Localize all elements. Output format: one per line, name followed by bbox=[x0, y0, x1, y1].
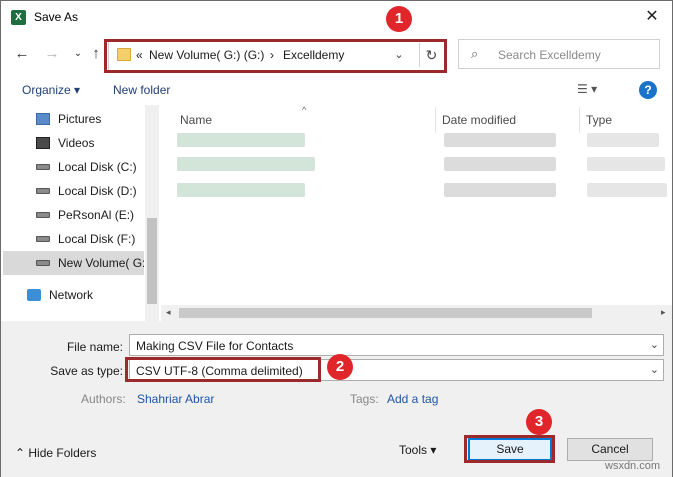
highlight-save-as-type bbox=[125, 357, 321, 382]
sidebar-item-personal-e[interactable]: PeRsonAl (E:) bbox=[3, 203, 144, 227]
blurred-file-type bbox=[587, 183, 667, 197]
view-options-button[interactable]: ☰ ▾ bbox=[577, 82, 597, 96]
blurred-file-date bbox=[444, 133, 556, 147]
sidebar-item-new-volume-g[interactable]: New Volume( G:) bbox=[3, 251, 144, 275]
column-header-date-modified[interactable]: Date modified bbox=[442, 113, 516, 127]
title-bar: X Save As ✕ bbox=[1, 1, 672, 35]
close-button[interactable]: ✕ bbox=[637, 4, 667, 30]
step-badge-3: 3 bbox=[526, 409, 552, 435]
sidebar-item-pictures[interactable]: Pictures bbox=[3, 107, 144, 131]
file-list: ^ Name Date modified Type ◂ ▸ bbox=[161, 105, 672, 321]
sidebar-item-label: Videos bbox=[58, 136, 95, 150]
step-badge-1: 1 bbox=[386, 6, 412, 32]
blurred-file-date bbox=[444, 157, 556, 171]
tags-label: Tags: bbox=[350, 392, 379, 406]
blurred-file-name bbox=[177, 183, 305, 197]
sidebar-item-local-disk-d[interactable]: Local Disk (D:) bbox=[3, 179, 144, 203]
file-name-label: File name: bbox=[66, 340, 123, 354]
help-icon[interactable]: ? bbox=[639, 81, 657, 99]
scroll-right-icon[interactable]: ▸ bbox=[661, 307, 666, 318]
sidebar-item-label: Local Disk (C:) bbox=[58, 160, 137, 174]
sidebar-item-videos[interactable]: Videos bbox=[3, 131, 144, 155]
highlight-address-bar bbox=[104, 39, 447, 73]
file-name-field[interactable]: Making CSV File for Contacts ⌄ bbox=[129, 334, 664, 356]
drive-icon bbox=[36, 212, 50, 218]
file-list-scrollbar[interactable]: ◂ ▸ bbox=[161, 305, 672, 321]
dialog-title: Save As bbox=[34, 10, 79, 24]
search-icon: ⌕ bbox=[471, 46, 479, 61]
sidebar-item-local-disk-f[interactable]: Local Disk (F:) bbox=[3, 227, 144, 251]
sidebar-item-label: Network bbox=[49, 288, 94, 302]
up-button[interactable]: ↑ bbox=[87, 45, 105, 63]
blurred-file-name bbox=[177, 157, 315, 171]
sort-indicator-icon: ^ bbox=[302, 105, 307, 115]
file-name-value: Making CSV File for Contacts bbox=[136, 339, 294, 353]
save-type-label: Save as type: bbox=[50, 364, 123, 378]
videos-icon bbox=[36, 137, 50, 149]
recent-locations-button[interactable]: ⌄ bbox=[69, 45, 87, 63]
scroll-left-icon[interactable]: ◂ bbox=[166, 307, 171, 318]
sidebar-item-label: PeRsonAl (E:) bbox=[58, 208, 135, 222]
pictures-icon bbox=[36, 113, 50, 125]
blurred-file-type bbox=[587, 133, 659, 147]
chevron-down-icon[interactable]: ⌄ bbox=[650, 338, 659, 351]
sidebar-item-label: Local Disk (D:) bbox=[58, 184, 137, 198]
drive-icon bbox=[36, 236, 50, 242]
drive-icon bbox=[36, 188, 50, 194]
authors-label: Authors: bbox=[81, 392, 126, 406]
navigation-pane: Pictures Videos Local Disk (C:) Local Di… bbox=[3, 105, 159, 321]
sidebar-item-label: New Volume( G:) bbox=[58, 256, 144, 270]
scrollbar-thumb[interactable] bbox=[147, 218, 157, 304]
sidebar-item-label: Pictures bbox=[58, 112, 102, 126]
chevron-down-icon[interactable]: ⌄ bbox=[650, 363, 659, 376]
watermark-text: wsxdn.com bbox=[605, 460, 661, 472]
search-placeholder: Search Excelldemy bbox=[498, 48, 601, 62]
authors-value[interactable]: Shahriar Abrar bbox=[137, 392, 214, 406]
drive-icon bbox=[36, 164, 50, 170]
excel-icon: X bbox=[11, 10, 26, 25]
back-button[interactable]: ← bbox=[13, 45, 31, 63]
new-folder-button[interactable]: New folder bbox=[113, 83, 170, 97]
hide-folders-button[interactable]: ⌃ Hide Folders bbox=[15, 446, 96, 460]
column-divider[interactable] bbox=[435, 107, 436, 133]
column-header-type[interactable]: Type bbox=[586, 113, 612, 127]
organize-button[interactable]: Organize ▾ bbox=[22, 83, 80, 97]
highlight-save-button bbox=[464, 435, 555, 463]
tags-input[interactable]: Add a tag bbox=[387, 392, 438, 406]
navigation-pane-scrollbar[interactable] bbox=[145, 105, 159, 321]
sidebar-item-local-disk-c[interactable]: Local Disk (C:) bbox=[3, 155, 144, 179]
save-options-panel: File name: Making CSV File for Contacts … bbox=[1, 321, 672, 477]
search-box[interactable]: ⌕ Search Excelldemy bbox=[458, 39, 660, 69]
save-as-dialog: X Save As ✕ ← → ⌄ ↑ « New Volume( G:) (G… bbox=[0, 0, 673, 477]
network-icon bbox=[27, 289, 41, 301]
column-header-name[interactable]: Name bbox=[180, 113, 212, 127]
sidebar-item-network[interactable]: Network bbox=[3, 283, 144, 307]
blurred-file-type bbox=[587, 157, 665, 171]
forward-button[interactable]: → bbox=[43, 45, 61, 63]
step-badge-2: 2 bbox=[327, 354, 353, 380]
cancel-button[interactable]: Cancel bbox=[567, 438, 653, 461]
column-divider[interactable] bbox=[579, 107, 580, 133]
command-bar: Organize ▾ New folder ☰ ▾ ? bbox=[1, 75, 672, 105]
drive-icon bbox=[36, 260, 50, 266]
blurred-file-name bbox=[177, 133, 305, 147]
scrollbar-thumb[interactable] bbox=[179, 308, 592, 318]
sidebar-item-label: Local Disk (F:) bbox=[58, 232, 136, 246]
tools-button[interactable]: Tools ▾ bbox=[399, 443, 436, 457]
blurred-file-date bbox=[444, 183, 556, 197]
